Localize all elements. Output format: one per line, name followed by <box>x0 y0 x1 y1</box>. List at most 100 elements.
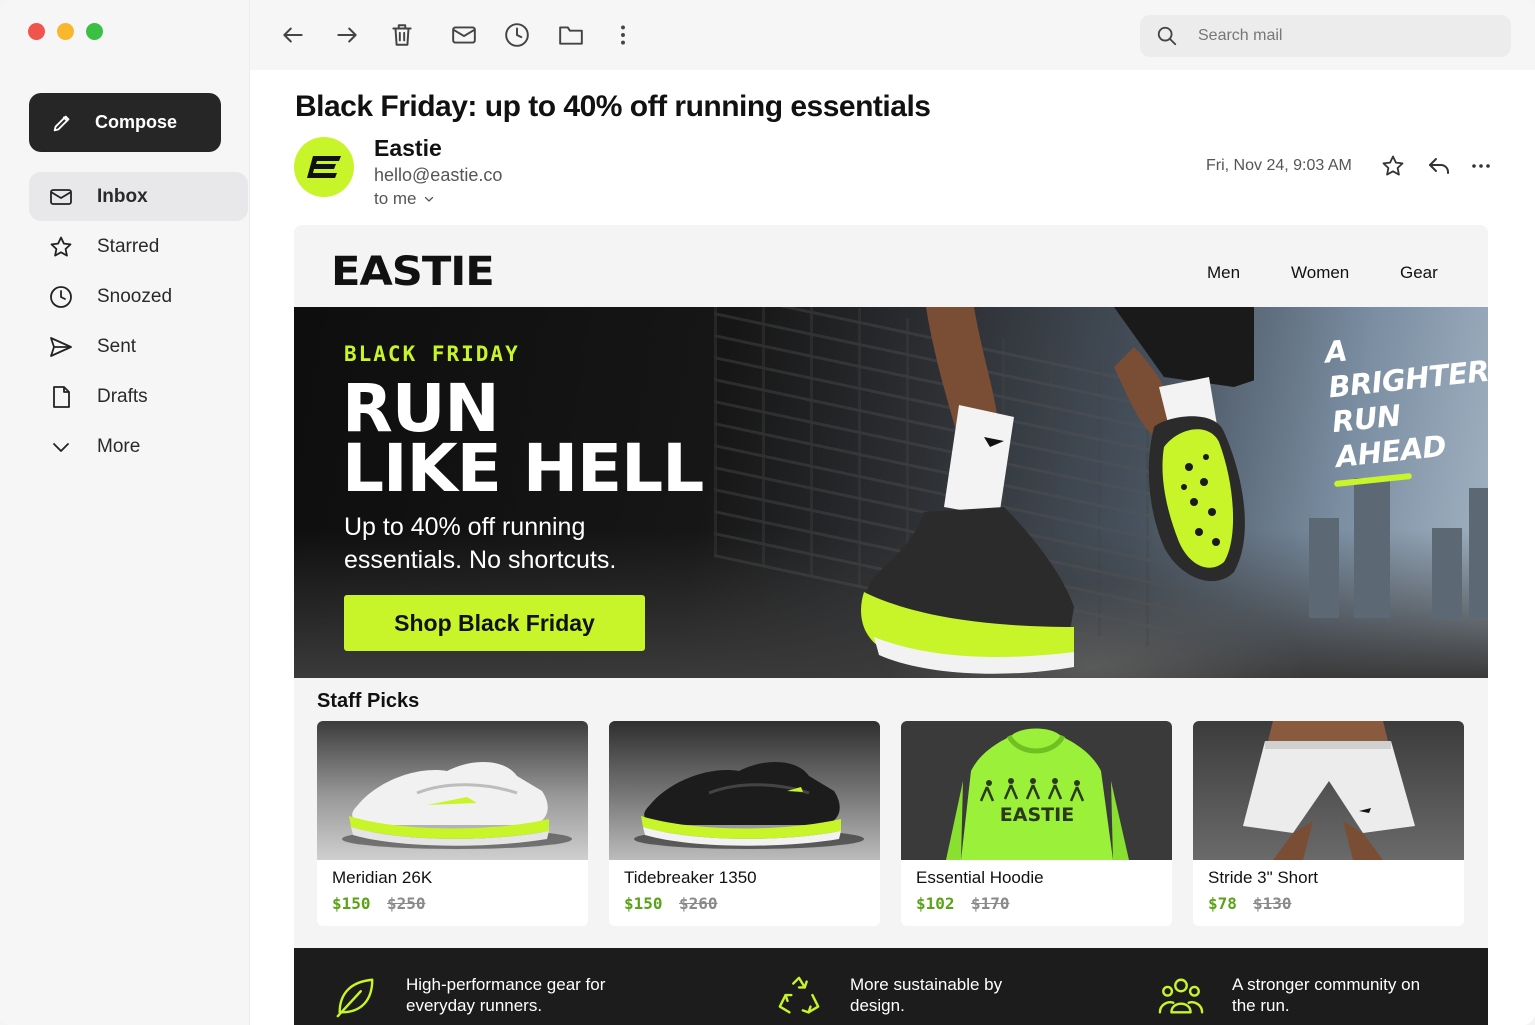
product-sale-price: $78 <box>1208 894 1237 913</box>
sidebar-nav: Inbox Starred Snoozed Sent Drafts More <box>29 172 248 472</box>
product-image <box>1193 721 1464 860</box>
green-hoodie-image: EASTIE <box>946 728 1129 860</box>
minimize-window-button[interactable] <box>57 23 74 40</box>
product-original-price: $260 <box>679 894 718 913</box>
sidebar: Compose Inbox Starred Snoozed Sent Draft… <box>0 0 250 1025</box>
window-controls <box>28 23 103 40</box>
leaf-icon <box>336 978 374 1018</box>
search-icon <box>1157 26 1177 46</box>
sidebar-item-inbox[interactable]: Inbox <box>29 172 248 221</box>
sender-avatar[interactable] <box>294 137 354 197</box>
email-body: EASTIE Men Women Gear BLACK FRIDAY RUN L… <box>294 225 1488 1025</box>
product-image: EASTIE <box>901 721 1172 860</box>
white-sneaker-image <box>342 761 572 849</box>
sender-email: hello@eastie.co <box>374 165 503 185</box>
compose-button[interactable]: Compose <box>29 93 221 152</box>
more-vert-icon[interactable] <box>610 22 636 48</box>
product-sale-price: $150 <box>332 894 371 913</box>
chevron-down-icon <box>424 196 433 202</box>
hero-headline: RUN LIKE HELL <box>342 376 704 507</box>
brand-logo[interactable]: EASTIE <box>331 249 495 295</box>
product-name: Stride 3" Short <box>1208 868 1318 887</box>
value-text: A stronger community on the run. <box>1232 975 1421 1015</box>
black-sneaker-image <box>634 761 864 849</box>
skyline-building <box>1469 488 1488 618</box>
search-bar[interactable] <box>1140 15 1511 57</box>
recipient-label: to me <box>374 189 417 208</box>
product-name: Meridian 26K <box>332 868 433 887</box>
clock-icon <box>50 285 72 308</box>
sidebar-item-drafts[interactable]: Drafts <box>29 372 248 421</box>
product-image <box>609 721 880 860</box>
product-card-tidebreaker[interactable]: Tidebreaker 1350 $150 $260 <box>609 721 880 926</box>
brand-nav-gear[interactable]: Gear <box>1400 263 1438 283</box>
white-shorts-image <box>1243 721 1415 860</box>
search-input[interactable] <box>1198 27 1478 45</box>
maximize-window-button[interactable] <box>86 23 103 40</box>
clock-icon[interactable] <box>504 22 530 48</box>
value-item: A stronger community on the run. <box>1158 974 1432 1020</box>
value-text: More sustainable by design. <box>850 975 1003 1015</box>
product-card-meridian[interactable]: Meridian 26K $150 $250 <box>317 721 588 926</box>
product-name: Essential Hoodie <box>916 868 1044 887</box>
star-icon <box>50 236 72 256</box>
sidebar-item-sent[interactable]: Sent <box>29 322 248 371</box>
compose-label: Compose <box>95 112 178 132</box>
sidebar-item-label: Drafts <box>97 385 148 407</box>
mail-window: Compose Inbox Starred Snoozed Sent Draft… <box>0 0 1535 1025</box>
community-icon <box>1158 978 1204 1014</box>
skyline-building <box>1354 478 1390 618</box>
product-sale-price: $102 <box>916 894 955 913</box>
skyline-building <box>1432 528 1462 618</box>
chevron-down-icon <box>53 442 69 452</box>
product-original-price: $170 <box>971 894 1010 913</box>
sidebar-item-starred[interactable]: Starred <box>29 222 248 271</box>
forward-arrow-icon[interactable] <box>334 22 360 48</box>
sidebar-item-label: More <box>97 435 141 457</box>
hero-headline-line: LIKE HELL <box>342 430 704 507</box>
reply-icon[interactable] <box>1427 154 1451 178</box>
sender-name: Eastie <box>374 135 442 161</box>
back-arrow-icon[interactable] <box>280 22 306 48</box>
brand-nav-women[interactable]: Women <box>1291 263 1349 283</box>
sidebar-item-snoozed[interactable]: Snoozed <box>29 272 248 321</box>
message-date: Fri, Nov 24, 9:03 AM <box>1206 157 1352 174</box>
product-name: Tidebreaker 1350 <box>624 868 757 887</box>
product-original-price: $250 <box>387 894 426 913</box>
folder-icon[interactable] <box>558 22 584 48</box>
eastie-logo-icon <box>307 156 341 178</box>
product-image <box>317 721 588 860</box>
message-toolbar <box>250 0 1535 70</box>
product-original-price: $130 <box>1253 894 1292 913</box>
runner-illustration <box>861 307 1254 674</box>
sidebar-item-label: Sent <box>97 335 137 357</box>
inbox-icon <box>50 188 72 205</box>
brand-nav-men[interactable]: Men <box>1207 263 1240 283</box>
staff-picks-heading: Staff Picks <box>317 690 420 712</box>
pencil-icon <box>53 115 70 131</box>
hoodie-print-text: EASTIE <box>1000 804 1074 826</box>
more-horiz-icon[interactable] <box>1469 154 1493 178</box>
recipient-details-toggle[interactable]: to me <box>374 189 435 209</box>
sidebar-item-label: Starred <box>97 235 160 257</box>
value-item: More sustainable by design. <box>776 974 1050 1020</box>
sidebar-item-label: Snoozed <box>97 285 173 307</box>
hero-eyebrow: BLACK FRIDAY <box>344 342 520 366</box>
product-card-shorts[interactable]: Stride 3" Short $78 $130 <box>1193 721 1464 926</box>
recycle-icon <box>778 976 820 1014</box>
value-text: High-performance gear for everyday runne… <box>406 975 606 1015</box>
value-item: High-performance gear for everyday runne… <box>332 974 606 1020</box>
sidebar-item-more[interactable]: More <box>29 422 248 471</box>
star-icon[interactable] <box>1381 154 1405 178</box>
hero-subhead: Up to 40% off running essentials. No sho… <box>344 513 617 574</box>
trash-icon[interactable] <box>389 22 415 48</box>
product-card-hoodie[interactable]: EASTIE Essential Hoodie $102 $170 <box>901 721 1172 926</box>
brand-header: EASTIE Men Women Gear <box>294 225 1488 307</box>
close-window-button[interactable] <box>28 23 45 40</box>
shop-black-friday-button[interactable]: Shop Black Friday <box>344 595 645 651</box>
sidebar-item-label: Inbox <box>97 185 148 207</box>
hero-tagline: A BRIGHTER RUN AHEAD <box>1323 319 1488 475</box>
draft-icon <box>53 385 70 408</box>
hero-banner[interactable]: BLACK FRIDAY RUN LIKE HELL Up to 40% off… <box>294 307 1488 678</box>
mail-icon[interactable] <box>451 22 477 48</box>
